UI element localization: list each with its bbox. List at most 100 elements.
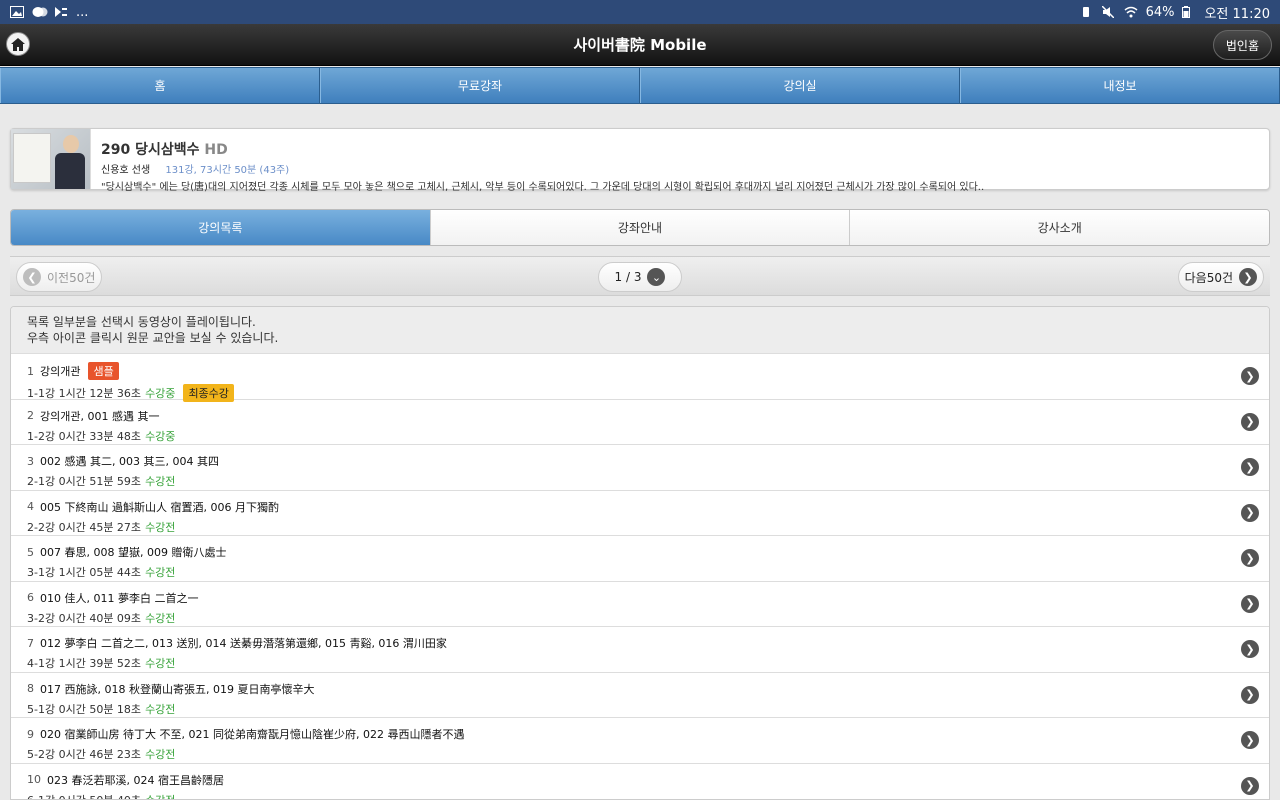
lecture-row[interactable]: 9 020 宿業師山房 待丁大 不至, 021 同從弟南齋翫月憶山陰崔少府, 02… xyxy=(11,718,1269,764)
sample-badge: 샘플 xyxy=(88,362,119,380)
lecture-title: 강의개관 xyxy=(40,365,81,378)
wifi-icon xyxy=(1124,6,1138,18)
lecture-info: 2-2강 0시간 45분 27초 xyxy=(27,520,142,534)
lecture-info: 5-2강 0시간 46분 23초 xyxy=(27,748,142,761)
app-header: 사이버書院 Mobile 법인홈 xyxy=(0,24,1280,66)
nav-classroom[interactable]: 강의실 xyxy=(640,68,960,103)
nav-home[interactable]: 홈 xyxy=(0,68,320,103)
course-card[interactable]: 290 당시삼백수 HD 신용호 선생 131강, 73시간 50분 (43주)… xyxy=(10,128,1270,193)
chevron-right-icon[interactable]: ❯ xyxy=(1241,458,1259,477)
lecture-list: 목록 일부분을 선택시 동영상이 플레이됩니다. 우측 아이콘 클릭시 원문 교… xyxy=(10,306,1270,800)
next-page-button[interactable]: 다음50건 ❯ xyxy=(1177,262,1264,292)
hd-badge: HD xyxy=(204,142,228,158)
chevron-right-icon[interactable]: ❯ xyxy=(1241,776,1259,795)
list-notice: 목록 일부분을 선택시 동영상이 플레이됩니다. 우측 아이콘 클릭시 원문 교… xyxy=(11,307,1269,354)
course-name: 당시삼백수 xyxy=(135,142,200,158)
lecture-row[interactable]: 1 강의개관 샘플 1-1강 1시간 12분 36초 수강중 최종수강 ❯ xyxy=(11,354,1269,402)
lecture-title: 017 西施詠, 018 秋登蘭山寄張五, 019 夏日南亭懷辛大 xyxy=(40,682,315,696)
lecture-row[interactable]: 4 005 下終南山 過斛斯山人 宿置酒, 006 月下獨酌 2-2강 0시간 4… xyxy=(11,491,1269,536)
lecture-number: 2 xyxy=(27,409,34,422)
next-page-label: 다음50건 xyxy=(1184,270,1233,285)
lecture-info: 2-1강 0시간 51분 59초 xyxy=(27,475,142,488)
lecture-status: 수강전 xyxy=(145,475,176,488)
home-button[interactable] xyxy=(6,32,30,56)
lecture-number: 10 xyxy=(27,773,41,786)
notice-line-2: 우측 아이콘 클릭시 원문 교안을 보실 수 있습니다. xyxy=(27,331,279,345)
lecture-row[interactable]: 10 023 春泛若耶溪, 024 宿王昌齡隱居 6-1강 0시간 50분 40초… xyxy=(11,764,1269,800)
lecture-title: 010 佳人, 011 夢李白 二首之一 xyxy=(40,591,199,605)
chevron-right-icon[interactable]: ❯ xyxy=(1241,594,1259,613)
nav-my-info[interactable]: 내정보 xyxy=(960,68,1280,103)
status-more: ... xyxy=(76,4,89,20)
home-icon xyxy=(11,37,25,51)
mute-icon xyxy=(1101,5,1116,19)
lecture-info: 3-2강 0시간 40분 09초 xyxy=(27,611,142,625)
course-teacher: 신용호 선생 xyxy=(101,165,151,176)
lecture-row[interactable]: 2 강의개관, 001 感遇 其一 1-2강 0시간 33분 48초 수강중 ❯ xyxy=(11,400,1269,445)
lecture-info: 3-1강 1시간 05분 44초 xyxy=(27,566,142,579)
course-stats: 131강, 73시간 50분 (43주) xyxy=(165,165,290,176)
lecture-title: 020 宿業師山房 待丁大 不至, 021 同從弟南齋翫月憶山陰崔少府, 022… xyxy=(40,728,465,741)
lecture-title: 007 春思, 008 望嶽, 009 贈衛八處士 xyxy=(40,546,227,559)
lecture-info: 5-1강 0시간 50분 18초 xyxy=(27,702,142,716)
clock: 오전 11:20 xyxy=(1204,6,1270,22)
chevron-right-icon[interactable]: ❯ xyxy=(1241,685,1259,704)
course-title: 290 당시삼백수 HD xyxy=(101,139,1259,159)
page-select[interactable]: 1 / 3 ⌄ xyxy=(598,262,682,292)
lecture-number: 5 xyxy=(27,545,34,559)
tab-course-info[interactable]: 강좌안내 xyxy=(430,210,851,245)
lecture-number: 7 xyxy=(27,636,34,650)
media-icon xyxy=(54,6,68,18)
app-title: 사이버書院 Mobile xyxy=(573,36,707,54)
lecture-row[interactable]: 6 010 佳人, 011 夢李白 二首之一 3-2강 0시간 40분 09초 수강… xyxy=(11,582,1269,627)
lecture-number: 3 xyxy=(27,454,34,468)
battery-icon xyxy=(1182,6,1196,18)
nav-free-courses[interactable]: 무료강좌 xyxy=(320,68,640,103)
prev-page-label: 이전50건 xyxy=(47,270,96,285)
lecture-number: 4 xyxy=(27,500,34,513)
chevron-right-icon[interactable]: ❯ xyxy=(1241,367,1259,386)
lecture-info: 1-2강 0시간 33분 48초 xyxy=(27,429,142,443)
lecture-status: 수강전 xyxy=(145,702,176,716)
lecture-status: 수강전 xyxy=(145,611,176,625)
battery-percent: 64% xyxy=(1145,4,1175,20)
lecture-status: 수강중 xyxy=(145,429,176,443)
lecture-title: 강의개관, 001 感遇 其一 xyxy=(40,409,160,423)
course-description: "당시삼백수" 에는 당(唐)대의 지어졌던 각종 시체를 모두 모아 놓은 책… xyxy=(101,182,985,193)
tab-lecture-list[interactable]: 강의목록 xyxy=(11,210,431,245)
lecture-row[interactable]: 7 012 夢李白 二首之二, 013 送別, 014 送綦毋潛落第還鄉, 015… xyxy=(11,627,1269,673)
status-bar: ... 64% 오전 11:20 xyxy=(0,0,1280,24)
chevron-left-icon: ❮ xyxy=(23,268,41,286)
lecture-status: 수강전 xyxy=(145,748,176,761)
chevron-right-icon[interactable]: ❯ xyxy=(1241,412,1259,431)
lecture-title: 012 夢李白 二首之二, 013 送別, 014 送綦毋潛落第還鄉, 015 … xyxy=(40,637,447,650)
messenger-icon xyxy=(32,6,48,18)
lecture-number: 9 xyxy=(27,727,34,741)
chevron-right-icon[interactable]: ❯ xyxy=(1241,503,1259,522)
chevron-right-icon[interactable]: ❯ xyxy=(1241,549,1259,568)
lecture-row[interactable]: 3 002 感遇 其二, 003 其三, 004 其四 2-1강 0시간 51분 … xyxy=(11,445,1269,491)
chevron-right-icon[interactable]: ❯ xyxy=(1241,731,1259,750)
lecture-status: 수강전 xyxy=(145,793,176,800)
lecture-info: 4-1강 1시간 39분 52초 xyxy=(27,657,142,670)
lecture-number: 8 xyxy=(27,682,34,695)
lecture-title: 002 感遇 其二, 003 其三, 004 其四 xyxy=(40,455,219,468)
alarm-icon xyxy=(1080,6,1094,18)
lecture-title: 023 春泛若耶溪, 024 宿王昌齡隱居 xyxy=(47,773,224,787)
main-nav: 홈 무료강좌 강의실 내정보 xyxy=(0,67,1280,104)
lecture-row[interactable]: 5 007 春思, 008 望嶽, 009 贈衛八處士 3-1강 1시간 05분 … xyxy=(11,536,1269,582)
tab-instructor[interactable]: 강사소개 xyxy=(850,210,1269,245)
course-number: 290 xyxy=(101,142,131,158)
lecture-title: 005 下終南山 過斛斯山人 宿置酒, 006 月下獨酌 xyxy=(40,500,279,514)
corporate-home-button[interactable]: 법인홈 xyxy=(1212,30,1272,60)
pager: ❮ 이전50건 1 / 3 ⌄ 다음50건 ❯ xyxy=(10,256,1270,296)
lecture-status: 수강전 xyxy=(145,520,176,534)
image-icon xyxy=(10,6,24,18)
lecture-row[interactable]: 8 017 西施詠, 018 秋登蘭山寄張五, 019 夏日南亭懷辛大 5-1강 … xyxy=(11,673,1269,718)
page-indicator: 1 / 3 xyxy=(614,270,642,284)
lecture-status: 수강전 xyxy=(145,657,176,670)
notice-line-1: 목록 일부분을 선택시 동영상이 플레이됩니다. xyxy=(27,315,256,329)
prev-page-button[interactable]: ❮ 이전50건 xyxy=(16,262,103,292)
chevron-right-icon[interactable]: ❯ xyxy=(1241,640,1259,659)
lecture-info: 6-1강 0시간 50분 40초 xyxy=(27,793,142,800)
